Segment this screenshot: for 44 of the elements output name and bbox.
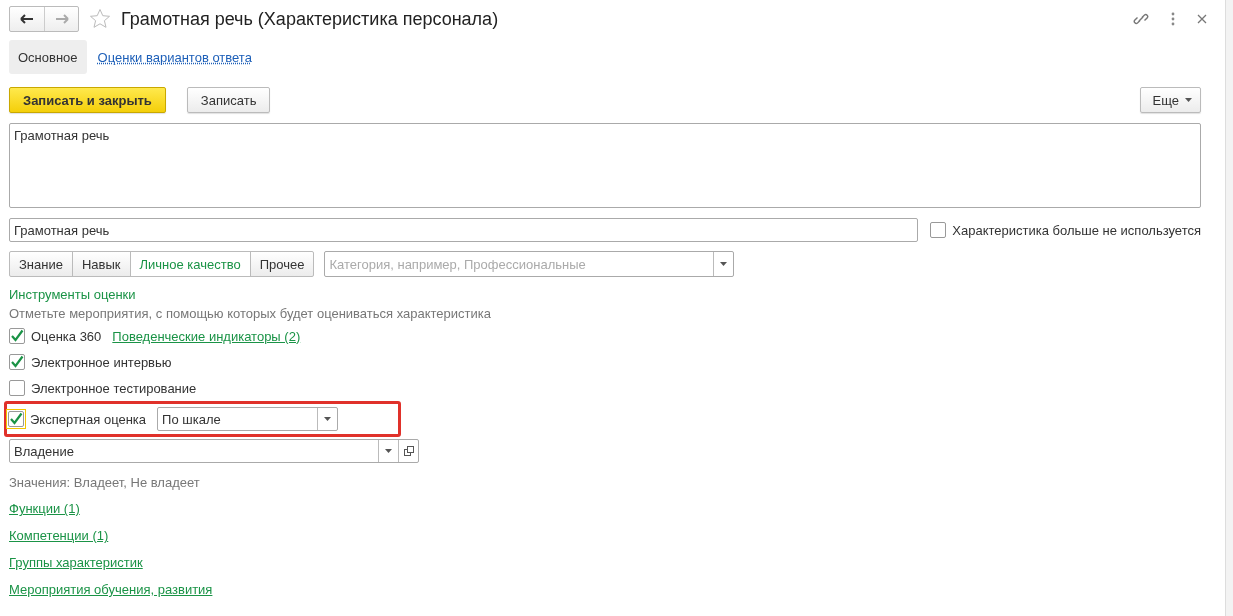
hint-text: Отметьте мероприятия, с помощью которых будет оцениваться характеристика: [9, 306, 492, 321]
section-title: Инструменты оценки: [9, 287, 137, 302]
more-button[interactable]: Еще: [1139, 87, 1201, 113]
scale-field[interactable]: Владение: [10, 440, 378, 462]
star-icon[interactable]: [89, 8, 111, 30]
checkbox-label: Характеристика больше не используется: [952, 222, 1201, 238]
caret-icon: [1185, 98, 1192, 102]
tab[interactable]: Оценки вариантов ответа: [88, 40, 261, 74]
checkbox-label: Экспертная оценка: [30, 411, 147, 427]
caret-icon: [720, 262, 728, 266]
related-link[interactable]: Мероприятия обучения, развития: [9, 582, 213, 597]
type-option[interactable]: Знание: [10, 252, 72, 276]
type-option[interactable]: Навык: [71, 252, 130, 276]
checkbox[interactable]: [930, 222, 947, 238]
related-link[interactable]: Группы характеристик: [9, 555, 143, 570]
related-link[interactable]: Функции (1): [9, 501, 80, 516]
scale-dropdown[interactable]: Владение: [9, 439, 419, 463]
type-option[interactable]: Личное качество: [129, 252, 250, 276]
right-arrow-icon: [54, 14, 69, 24]
related-link[interactable]: Компетенции (1): [9, 528, 109, 543]
values-text: Значения: Владеет, Не владеет: [9, 475, 201, 490]
link-icon[interactable]: [1133, 11, 1149, 27]
close-icon[interactable]: [1197, 14, 1207, 24]
checkbox-label: Оценка 360: [31, 328, 102, 344]
checkbox[interactable]: [9, 354, 25, 370]
checkbox-label: Электронное интервью: [31, 354, 172, 370]
left-arrow-icon: [20, 14, 34, 24]
type-option[interactable]: Прочее: [249, 252, 314, 276]
tab[interactable]: Основное: [9, 40, 87, 74]
method-field[interactable]: По шкале: [158, 408, 318, 430]
method-dropdown[interactable]: По шкале: [157, 407, 339, 431]
more-options-icon[interactable]: [1171, 12, 1175, 26]
open-window-icon[interactable]: [403, 446, 414, 456]
caret-icon: [324, 417, 332, 421]
description-field[interactable]: Грамотная речь: [9, 123, 1201, 208]
save-and-close-button[interactable]: Записать и закрыть: [9, 87, 166, 113]
window-title: Грамотная речь (Характеристика персонала): [121, 8, 500, 30]
caret-icon: [385, 449, 392, 453]
save-button[interactable]: Записать: [186, 87, 271, 113]
checkbox-label: Электронное тестирование: [31, 380, 197, 396]
name-field[interactable]: Грамотная речь: [9, 218, 919, 242]
checkbox[interactable]: [9, 328, 25, 344]
indicators-link[interactable]: Поведенческие индикаторы (2): [112, 328, 301, 344]
checkbox[interactable]: [9, 380, 25, 396]
